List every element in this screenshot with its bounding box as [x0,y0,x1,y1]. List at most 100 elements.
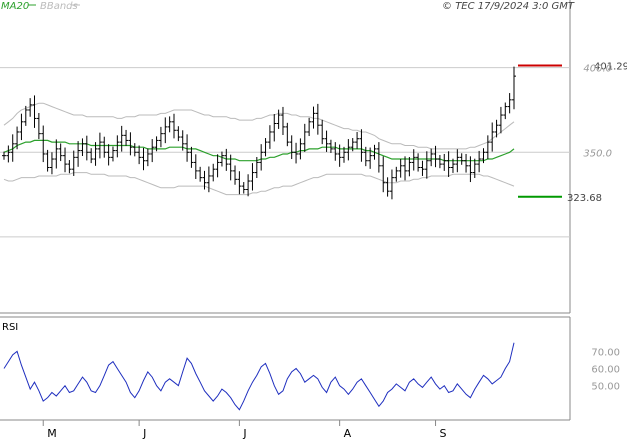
price-bar [328,139,333,153]
bollinger-bands [3,102,515,196]
price-bar [132,143,137,157]
price-bar [189,146,194,168]
price-bar [167,116,172,133]
price-bar [464,153,469,173]
price-bar [477,150,482,173]
price-bar [76,141,81,167]
price-bar [102,136,107,158]
price-bar [324,130,329,152]
price-tick-label: 350.0 [583,148,612,159]
price-bar [106,144,111,166]
price-bar [424,151,429,179]
price-bar [215,154,220,178]
price-bar [54,139,59,169]
price-bar [285,122,290,147]
rsi-tick-label: 70.00 [591,347,620,358]
price-bar [176,126,181,142]
price-bar [115,135,120,158]
rsi-title: RSI [2,322,18,333]
price-bar [394,166,399,182]
price-bar [272,114,277,142]
price-bar [49,152,54,175]
price-bar [376,142,381,173]
price-y-axis: 350.0 400.0 [583,64,612,160]
price-bar [198,166,203,182]
x-axis-month-label: S [440,427,447,440]
price-bar [32,95,37,128]
stock-chart: 401.29323.68 350.0400.0 50.0060.0070.00 … [0,0,627,440]
price-bar [110,146,115,162]
price-bar [267,125,272,149]
price-bar [119,125,124,152]
price-bar [19,113,24,141]
price-bar [233,165,238,185]
price-bar [280,106,285,136]
timestamp: © TEC 17/9/2024 3:0 GMT [442,1,575,12]
x-axis-month-label: J [242,427,246,440]
price-bar [355,131,360,149]
price-bar [6,145,11,163]
price-bar [36,113,41,140]
price-bar [145,148,150,167]
price-bar [84,135,89,161]
price-bar [359,129,364,162]
legend-ma-label: MA20 [1,1,29,12]
x-axis-month-label: M [47,427,57,440]
x-axis-month-label: A [344,427,352,440]
price-bar [294,142,299,164]
bb-lower-line [3,172,515,196]
price-bar [503,102,508,120]
price-bar [237,171,242,195]
price-bar [498,106,503,134]
price-bar [2,151,6,160]
price-bar [429,148,434,167]
price-bar [298,138,303,160]
price-bar [141,147,146,171]
price-bar [333,142,338,161]
price-bar [15,126,20,150]
price-bar [158,126,163,148]
price-bar [459,153,464,165]
price-tick-label: 400.0 [583,64,612,75]
rsi-series-line [3,342,515,411]
price-bar [302,123,307,152]
price-bar [512,66,516,110]
price-bar [276,109,281,129]
price-bar [250,163,255,191]
price-bar [398,159,403,178]
price-bar [45,149,50,172]
price-bar [137,145,142,165]
price-bar [150,139,155,163]
price-bar [403,156,408,181]
price-bar [41,125,46,163]
rsi-tick-label: 60.00 [591,365,620,376]
price-bar [241,182,246,194]
price-bar [89,148,94,164]
x-axis: MJJAS [42,420,447,440]
price-bar [385,177,390,197]
price-bar [172,113,176,139]
price-bar [63,147,68,173]
price-bar [407,157,412,177]
price-bar [485,135,490,160]
price-bars [2,66,516,200]
price-bar [437,154,442,169]
bb-upper-line [3,102,515,150]
price-bar [442,153,447,171]
price-bar [193,154,198,180]
low-marker-label: 323.68 [567,193,602,204]
price-bar [263,138,268,157]
price-bar [163,117,168,144]
price-bar [246,174,251,197]
x-axis-month-label: J [142,427,146,440]
price-bar [80,138,85,156]
price-bar [124,129,129,146]
price-bar [320,119,325,145]
price-bar [420,160,425,176]
rsi-line [3,342,515,411]
price-bar [472,158,477,178]
price-bar [416,153,421,172]
price-bar [446,151,451,177]
price-bar [67,160,72,174]
legend-bb-label: BBands [40,1,78,12]
